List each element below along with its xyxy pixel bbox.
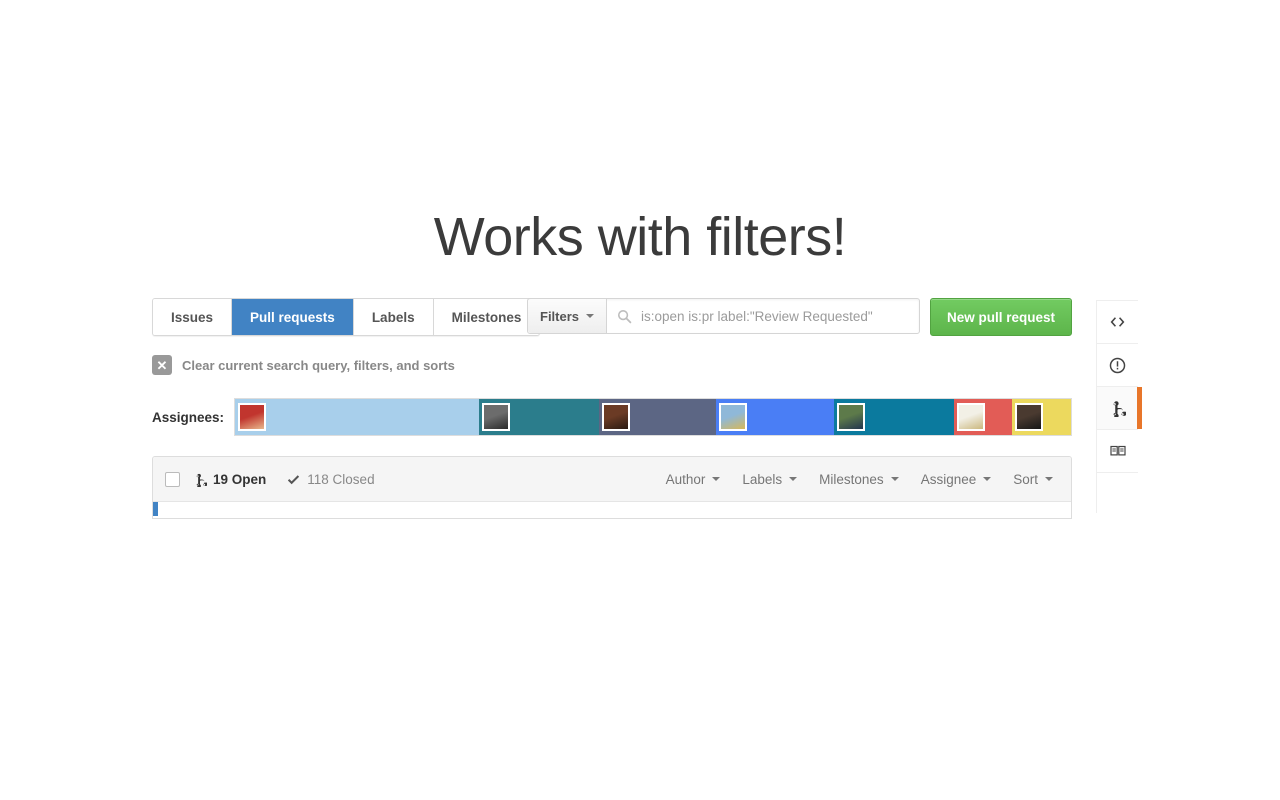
tab-labels[interactable]: Labels: [353, 299, 434, 335]
avatar[interactable]: [238, 403, 266, 431]
chevron-down-icon: [712, 477, 721, 481]
dropdown-sort-label: Sort: [1013, 471, 1038, 487]
rail-pull-requests[interactable]: [1096, 387, 1142, 430]
dropdown-milestones-label: Milestones: [819, 471, 884, 487]
search-bar: Filters is:open is:pr label:"Review Requ…: [527, 298, 920, 334]
row-unread-marker: [153, 502, 158, 516]
closed-count-label: 118 Closed: [307, 471, 375, 487]
dropdown-assignee[interactable]: Assignee: [921, 472, 992, 487]
chevron-down-icon: [983, 477, 992, 481]
open-count-label: 19 Open: [213, 471, 267, 487]
issues-panel: Issues Pull requests Labels Milestones F…: [152, 298, 1072, 519]
tab-bar: Issues Pull requests Labels Milestones: [152, 298, 541, 336]
rail-issues[interactable]: [1096, 344, 1138, 387]
clear-search-label: Clear current search query, filters, and…: [182, 357, 455, 373]
tab-issues[interactable]: Issues: [153, 299, 233, 335]
assignees-row: Assignees:: [152, 398, 1072, 436]
chevron-down-icon: [890, 477, 899, 481]
assignee-segment-1[interactable]: [235, 399, 480, 435]
close-icon[interactable]: ✕: [152, 355, 172, 375]
list-filter-dropdowns: Author Labels Milestones Assignee Sort: [666, 472, 1059, 487]
avatar[interactable]: [1015, 403, 1044, 431]
tab-issues-label: Issues: [171, 309, 214, 325]
avatar-image: [240, 405, 264, 429]
new-pull-request-button[interactable]: New pull request: [929, 298, 1072, 336]
page-root: Works with filters! Issues Pull requests…: [0, 0, 1280, 800]
tab-pull-requests[interactable]: Pull requests: [232, 299, 354, 335]
avatar-image: [721, 405, 746, 429]
filter-open-button[interactable]: 19 Open: [193, 472, 266, 487]
search-input[interactable]: is:open is:pr label:"Review Requested": [607, 299, 919, 333]
assignee-segment-6[interactable]: [954, 399, 1013, 435]
avatar[interactable]: [719, 403, 748, 431]
filter-closed-button[interactable]: 118 Closed: [286, 471, 375, 487]
repo-nav-rail: [1096, 300, 1142, 513]
dropdown-labels[interactable]: Labels: [742, 471, 798, 487]
dropdown-labels-label: Labels: [742, 471, 783, 487]
assignee-segment-3[interactable]: [598, 399, 717, 435]
check-icon: [286, 472, 301, 487]
avatar[interactable]: [836, 403, 865, 431]
tab-pull-requests-label: Pull requests: [250, 309, 335, 325]
new-pull-request-label: New pull request: [946, 309, 1055, 325]
rail-filler: [1096, 473, 1138, 513]
chevron-down-icon: [1045, 477, 1053, 481]
assignee-segment-4[interactable]: [716, 399, 834, 435]
dropdown-sort[interactable]: Sort: [1013, 472, 1053, 487]
select-all-checkbox[interactable]: [165, 471, 180, 487]
avatar-image: [959, 405, 984, 429]
dropdown-author-label: Author: [665, 471, 706, 487]
assignees-bar-chart: [234, 398, 1072, 436]
issue-list: 19 Open 118 Closed Author Labels Milesto…: [152, 456, 1072, 519]
toolbar: Issues Pull requests Labels Milestones F…: [152, 298, 1072, 338]
assignee-segment-7[interactable]: [1012, 399, 1071, 435]
chevron-down-icon: [789, 477, 798, 481]
avatar-image: [484, 405, 509, 429]
avatar[interactable]: [957, 403, 986, 431]
issue-list-header: 19 Open 118 Closed Author Labels Milesto…: [153, 457, 1071, 502]
issue-list-body: [153, 502, 1071, 518]
avatar-image: [838, 405, 863, 429]
avatar-image: [603, 405, 628, 429]
avatar-image: [1017, 405, 1042, 429]
search-input-value: is:open is:pr label:"Review Requested": [641, 308, 873, 324]
assignees-label: Assignees:: [152, 409, 225, 425]
dropdown-author[interactable]: Author: [666, 472, 721, 487]
filters-button-label: Filters: [540, 308, 580, 324]
avatar[interactable]: [482, 403, 511, 431]
code-icon: [1109, 314, 1126, 331]
page-title: Works with filters!: [433, 207, 847, 267]
tab-milestones[interactable]: Milestones: [433, 299, 540, 335]
book-icon: [1109, 443, 1127, 459]
avatar[interactable]: [601, 403, 630, 431]
dropdown-assignee-label: Assignee: [920, 471, 977, 487]
assignee-segment-5[interactable]: [833, 399, 955, 435]
clear-search-row[interactable]: ✕ Clear current search query, filters, a…: [152, 355, 455, 375]
pull-request-icon: [1109, 399, 1126, 417]
tab-milestones-label: Milestones: [451, 309, 522, 325]
pull-request-icon: [193, 472, 207, 487]
filters-button[interactable]: Filters: [528, 299, 608, 333]
issue-opened-icon: [1109, 357, 1126, 374]
search-icon: [617, 309, 632, 324]
assignee-segment-2[interactable]: [479, 399, 599, 435]
rail-code[interactable]: [1096, 300, 1138, 344]
rail-wiki[interactable]: [1096, 430, 1138, 473]
chevron-down-icon: [586, 314, 595, 318]
dropdown-milestones[interactable]: Milestones: [819, 472, 899, 487]
tab-labels-label: Labels: [371, 309, 415, 325]
